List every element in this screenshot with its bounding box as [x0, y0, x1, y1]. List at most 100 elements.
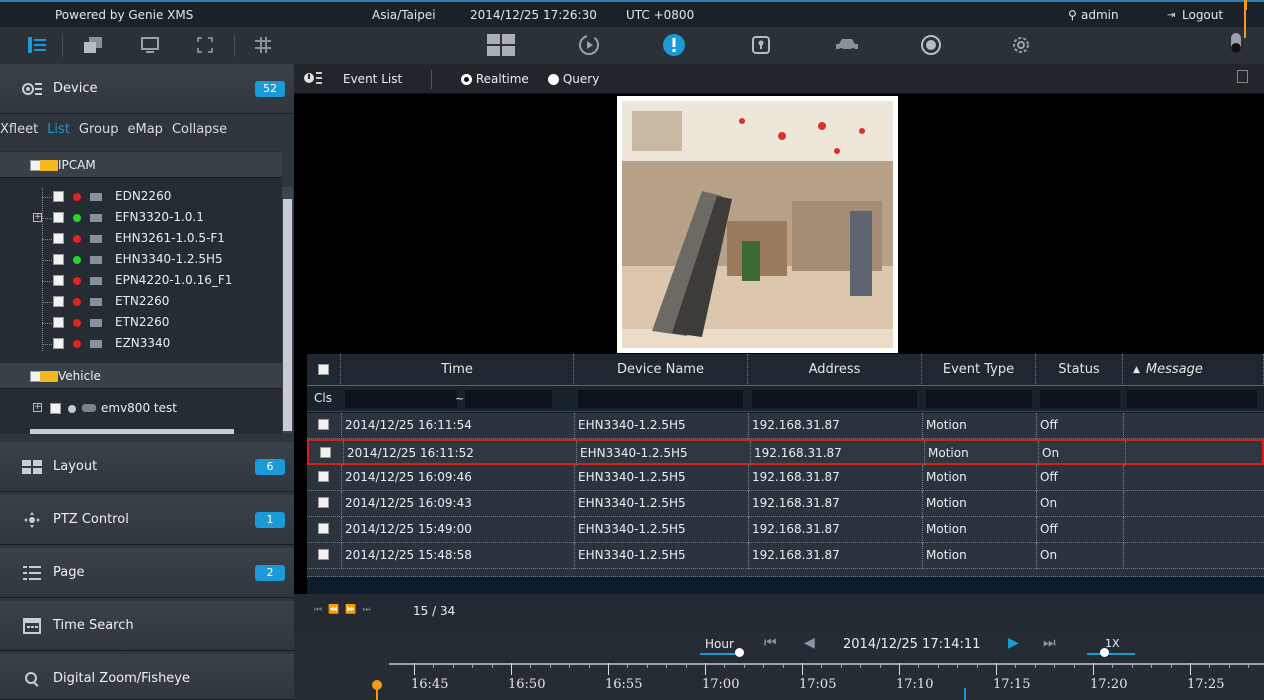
tab-list[interactable]: List: [47, 122, 70, 137]
list-view-icon[interactable]: [24, 32, 50, 58]
logout-link[interactable]: Logout: [1182, 8, 1223, 22]
row-checkbox[interactable]: [318, 419, 329, 430]
device-checkbox[interactable]: [53, 317, 64, 328]
device-checkbox[interactable]: [53, 191, 64, 202]
access-icon[interactable]: [748, 32, 774, 58]
unit-slider-handle[interactable]: [735, 648, 744, 657]
group-ipcam[interactable]: IPCAM: [0, 152, 282, 178]
table-row[interactable]: 2014/12/25 16:11:52 EHN3340-1.2.5H5 192.16…: [307, 439, 1264, 467]
tree-scrollbar[interactable]: [282, 187, 293, 433]
digital-zoom-panel-header[interactable]: Digital Zoom/Fisheye: [0, 654, 294, 700]
layout-panel-header[interactable]: Layout 6: [0, 442, 294, 492]
table-cell: EHN3340-1.2.5H5: [578, 418, 686, 432]
export-icon[interactable]: [1237, 70, 1248, 83]
row-checkbox[interactable]: [320, 447, 331, 458]
event-alert-icon[interactable]: [661, 32, 687, 58]
device-item[interactable]: EHN3261-1.0.5-F1: [0, 229, 282, 250]
page-panel-header[interactable]: Page 2: [0, 548, 294, 598]
device-checkbox[interactable]: [53, 275, 64, 286]
col-device-header[interactable]: Device Name: [574, 354, 748, 386]
row-checkbox[interactable]: [318, 549, 329, 560]
ptz-panel-header[interactable]: PTZ Control 1: [0, 495, 294, 545]
snapshot-image: [622, 101, 893, 348]
layout-icon[interactable]: [486, 32, 516, 58]
row-checkbox[interactable]: [318, 497, 329, 508]
select-all-header[interactable]: [307, 354, 341, 386]
vehicle-icon[interactable]: [834, 32, 860, 58]
step-back-icon[interactable]: ◀: [804, 635, 815, 651]
pager-nav-icons[interactable]: ⏮⏪⏩⏭: [314, 605, 377, 615]
device-checkbox[interactable]: [53, 212, 64, 223]
skip-end-icon[interactable]: ⏭: [1043, 635, 1056, 651]
time-to-filter[interactable]: [465, 390, 552, 408]
device-checkbox[interactable]: [53, 338, 64, 349]
grid-settings-icon[interactable]: [250, 32, 276, 58]
expand-icon[interactable]: +: [33, 403, 42, 412]
device-item[interactable]: EPN4220-1.0.16_F1: [0, 271, 282, 292]
row-checkbox[interactable]: [318, 523, 329, 534]
col-event-type-header[interactable]: Event Type: [922, 354, 1036, 386]
minor-tick: [433, 663, 435, 668]
user-name[interactable]: admin: [1081, 8, 1119, 22]
vehicle-item[interactable]: + emv800 test: [0, 399, 282, 420]
clear-filter-button[interactable]: Cls: [314, 391, 332, 405]
time-search-panel-header[interactable]: Time Search: [0, 601, 294, 651]
realtime-radio[interactable]: Realtime: [461, 72, 529, 86]
device-filter[interactable]: [578, 390, 743, 408]
device-checkbox[interactable]: [53, 254, 64, 265]
status-filter[interactable]: [1040, 390, 1120, 408]
play-icon[interactable]: ▶: [1008, 635, 1019, 651]
time-from-filter[interactable]: [345, 390, 457, 408]
fullscreen-icon[interactable]: [192, 32, 218, 58]
device-item[interactable]: + EFN3320-1.0.1: [0, 208, 282, 229]
row-checkbox[interactable]: [318, 471, 329, 482]
tab-emap[interactable]: eMap: [128, 122, 163, 137]
table-cell: On: [1040, 548, 1058, 562]
windows-icon[interactable]: [80, 32, 106, 58]
table-row[interactable]: 2014/12/25 15:49:00 EHN3340-1.2.5H5 192.16…: [307, 517, 1264, 543]
face-icon[interactable]: [918, 32, 944, 58]
playback-icon[interactable]: [576, 32, 602, 58]
table-row[interactable]: 2014/12/25 16:09:46 EHN3340-1.2.5H5 192.16…: [307, 465, 1264, 491]
time-unit-label[interactable]: Hour: [705, 637, 734, 651]
minor-tick: [452, 663, 454, 668]
device-item[interactable]: EDN2260: [0, 187, 282, 208]
device-item[interactable]: EHN3340-1.2.5H5: [0, 250, 282, 271]
table-cell: 2014/12/25 16:11:54: [345, 418, 472, 432]
camera-icon: [90, 214, 102, 222]
device-panel-header[interactable]: Device 52: [0, 64, 294, 114]
device-item[interactable]: ETN2260: [0, 292, 282, 313]
status-dot: [73, 340, 81, 348]
table-row[interactable]: 2014/12/25 16:09:43 EHN3340-1.2.5H5 192.16…: [307, 491, 1264, 517]
horizontal-scrollbar[interactable]: [30, 429, 234, 434]
table-row[interactable]: 2014/12/25 16:11:54 EHN3340-1.2.5H5 192.16…: [307, 413, 1264, 439]
col-address-header[interactable]: Address: [748, 354, 922, 386]
tab-collapse[interactable]: Collapse: [172, 122, 227, 137]
device-checkbox[interactable]: [53, 233, 64, 244]
select-all-checkbox[interactable]: [318, 364, 329, 375]
event-type-filter[interactable]: [926, 390, 1032, 408]
expand-icon[interactable]: +: [33, 213, 42, 222]
settings-gear-icon[interactable]: [1008, 32, 1034, 58]
monitor-icon[interactable]: [137, 32, 163, 58]
device-item[interactable]: ETN2260: [0, 313, 282, 334]
minor-tick: [840, 663, 842, 668]
skip-start-icon[interactable]: ⏮: [764, 635, 777, 651]
col-status-header[interactable]: Status: [1036, 354, 1123, 386]
address-filter[interactable]: [752, 390, 917, 408]
col-message-header[interactable]: ▲ Message: [1123, 354, 1264, 386]
table-row[interactable]: 2014/12/25 15:48:58 EHN3340-1.2.5H5 192.16…: [307, 543, 1264, 569]
query-radio[interactable]: Query: [548, 72, 599, 86]
vehicle-checkbox[interactable]: [50, 403, 61, 414]
message-filter[interactable]: [1127, 390, 1257, 408]
main-toolbar: [0, 10, 1264, 64]
record-toggle-icon[interactable]: [1224, 32, 1250, 58]
group-vehicle[interactable]: Vehicle: [0, 363, 282, 389]
device-checkbox[interactable]: [53, 296, 64, 307]
device-item[interactable]: EZN3340: [0, 334, 282, 355]
col-time-header[interactable]: Time: [341, 354, 574, 386]
event-table: Time Device Name Address Event Type Stat…: [307, 354, 1264, 594]
tab-xfleet[interactable]: Xfleet: [0, 122, 38, 137]
tab-group[interactable]: Group: [79, 122, 119, 137]
minor-tick: [1248, 663, 1250, 668]
